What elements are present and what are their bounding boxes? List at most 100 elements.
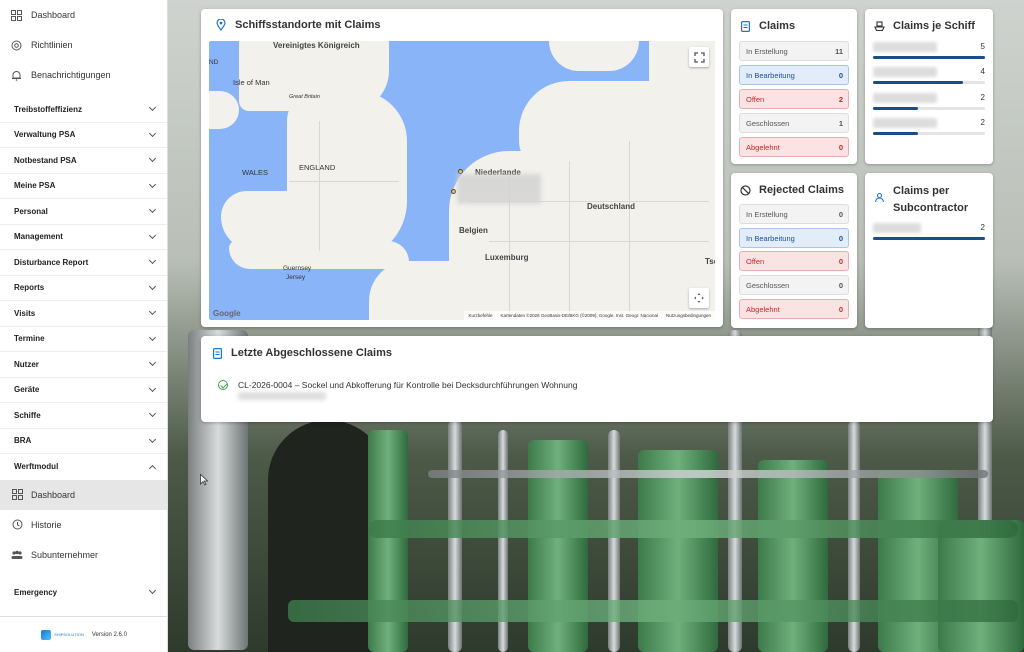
sidebar-group-werftmodul[interactable]: Werftmodul bbox=[0, 454, 167, 480]
rejected-row-offen[interactable]: Offen 0 bbox=[739, 251, 849, 271]
ship-card-title: Claims je Schiff bbox=[893, 20, 975, 32]
ship-marker[interactable] bbox=[451, 189, 456, 194]
sidebar-group-schiffe[interactable]: Schiffe bbox=[0, 403, 167, 429]
ship-bar-item[interactable]: 4 bbox=[873, 67, 985, 87]
map-label-luxembourg: Luxemburg bbox=[485, 253, 529, 262]
group-icon bbox=[11, 549, 23, 561]
fullscreen-button[interactable] bbox=[689, 47, 709, 67]
ship-bar-fill bbox=[873, 132, 918, 135]
map-label-germany: Deutschland bbox=[587, 202, 636, 211]
sidebar-group-termine[interactable]: Termine bbox=[0, 327, 167, 352]
chevron-down-icon bbox=[148, 129, 157, 137]
map-pan-button[interactable] bbox=[689, 288, 709, 308]
map-label-tsc: Tsc bbox=[705, 257, 715, 266]
map-label-great-britain: Great Britain bbox=[289, 94, 320, 100]
sidebar-group-meine-psa[interactable]: Meine PSA bbox=[0, 174, 167, 199]
sidebar-group-personal[interactable]: Personal bbox=[0, 199, 167, 225]
claims-row-offen[interactable]: Offen 2 bbox=[739, 89, 849, 109]
rejected-claims-card: Rejected Claims In Erstellung 0 In Bearbe… bbox=[731, 173, 857, 328]
claims-row-geschlossen[interactable]: Geschlossen 1 bbox=[739, 113, 849, 133]
ship-icon bbox=[873, 20, 885, 32]
pan-arrows-icon bbox=[694, 293, 704, 303]
sidebar-group-verwaltung-psa[interactable]: Verwaltung PSA bbox=[0, 123, 167, 148]
ship-bar-item[interactable]: 2 bbox=[873, 93, 985, 113]
sidebar-item-richtlinien[interactable]: Richtlinien bbox=[0, 30, 167, 60]
map-label-uk: Vereinigtes Königreich bbox=[273, 41, 360, 50]
sidebar-group-treibstoffeffizienz[interactable]: Treibstoffeffizienz bbox=[0, 97, 167, 123]
sub-card-title-line1: Claims per bbox=[893, 185, 950, 197]
engineer-icon bbox=[873, 191, 885, 203]
claims-per-subcontractor-card: Claims per Subcontractor 2 bbox=[865, 173, 993, 328]
rejected-row-in-erstellung[interactable]: In Erstellung 0 bbox=[739, 204, 849, 224]
claims-row-in-bearbeitung[interactable]: In Bearbeitung 0 bbox=[739, 65, 849, 85]
google-logo: Google bbox=[213, 309, 241, 318]
subcontractor-bar-item[interactable]: 2 bbox=[873, 223, 985, 243]
sidebar-item-subunternehmer[interactable]: Subunternehmer bbox=[0, 540, 167, 570]
sidebar-item-benachrichtigungen[interactable]: Benachrichtigungen bbox=[0, 60, 167, 90]
chevron-down-icon bbox=[148, 333, 157, 341]
sidebar-group-management[interactable]: Management bbox=[0, 225, 167, 250]
rejected-row-in-bearbeitung[interactable]: In Bearbeitung 0 bbox=[739, 228, 849, 248]
sidebar-group-nutzer[interactable]: Nutzer bbox=[0, 352, 167, 378]
ship-bar-item[interactable]: 2 bbox=[873, 118, 985, 138]
redacted-label bbox=[457, 174, 541, 204]
sidebar-group-notbestand-psa[interactable]: Notbestand PSA bbox=[0, 148, 167, 174]
claims-card-header: Claims bbox=[739, 20, 795, 32]
map-card: Schiffsstandorte mit Claims Vereinigtes … bbox=[201, 9, 723, 327]
block-icon bbox=[739, 184, 751, 196]
sidebar-item-dashboard[interactable]: Dashboard bbox=[0, 0, 167, 30]
rejected-row-geschlossen[interactable]: Geschlossen 0 bbox=[739, 275, 849, 295]
rejected-row-abgelehnt[interactable]: Abgelehnt 0 bbox=[739, 299, 849, 319]
sub-card-header: Claims per Subcontractor bbox=[873, 183, 968, 217]
ship-bar-fill bbox=[873, 56, 985, 59]
chevron-down-icon bbox=[148, 257, 157, 265]
closed-claim-item[interactable]: CL-2026-0004 – Sockel und Abkofferung fü… bbox=[218, 380, 577, 390]
chevron-down-icon bbox=[148, 180, 157, 188]
map-label-wales: WALES bbox=[242, 168, 268, 177]
sidebar-item-label: Benachrichtigungen bbox=[31, 70, 111, 80]
sidebar-group-visits[interactable]: Visits bbox=[0, 301, 167, 327]
sidebar-group-geraete[interactable]: Geräte bbox=[0, 378, 167, 403]
sidebar-footer: SHIPSOLUTION Version 2.6.0 bbox=[0, 616, 168, 652]
logo-icon bbox=[41, 629, 52, 640]
sidebar-item-historie[interactable]: Historie bbox=[0, 510, 167, 540]
subcontractor-bar-fill bbox=[873, 237, 985, 240]
redacted-ship-name bbox=[873, 42, 937, 52]
redacted-subcontractor-name bbox=[873, 223, 921, 233]
ship-bar-item[interactable]: 5 bbox=[873, 42, 985, 62]
sidebar-item-label: Richtlinien bbox=[31, 40, 73, 50]
terms-link[interactable]: Nutzungsbedingungen bbox=[666, 313, 711, 318]
map-label-belgium: Belgien bbox=[459, 226, 488, 235]
sidebar-group-bra[interactable]: BRA bbox=[0, 429, 167, 454]
rejected-card-title: Rejected Claims bbox=[759, 184, 844, 196]
closed-claims-card: Letzte Abgeschlossene Claims CL-2026-000… bbox=[201, 336, 993, 422]
sidebar-group-emergency[interactable]: Emergency bbox=[0, 580, 167, 606]
sidebar-group-reports[interactable]: Reports bbox=[0, 276, 167, 301]
rejected-card-header: Rejected Claims bbox=[739, 184, 844, 196]
map[interactable]: Vereinigtes Königreich Isle of Man Great… bbox=[209, 41, 715, 320]
fullscreen-icon bbox=[693, 51, 705, 63]
shortcuts-link[interactable]: Kurzbefehle bbox=[468, 313, 492, 318]
sub-card-title-line2: Subcontractor bbox=[893, 202, 969, 214]
bell-icon bbox=[10, 69, 22, 81]
check-circle-icon bbox=[218, 380, 228, 390]
chevron-down-icon bbox=[148, 206, 157, 214]
ship-bar-fill bbox=[873, 81, 963, 84]
ship-bar-fill bbox=[873, 107, 918, 110]
map-label-england: ENGLAND bbox=[299, 163, 336, 172]
redacted-ship-name bbox=[873, 93, 937, 103]
claims-row-in-erstellung[interactable]: In Erstellung 11 bbox=[739, 41, 849, 61]
dashboard-icon bbox=[11, 489, 23, 501]
chevron-down-icon bbox=[148, 155, 157, 163]
chevron-down-icon bbox=[148, 435, 157, 443]
redacted-ship-name bbox=[873, 118, 937, 128]
claims-row-abgelehnt[interactable]: Abgelehnt 0 bbox=[739, 137, 849, 157]
document-icon bbox=[739, 20, 751, 32]
map-attribution: Kurzbefehle Kartendaten ©2026 GeoBasis-D… bbox=[464, 311, 715, 320]
claims-card: Claims In Erstellung 11 In Bearbeitung 0 O… bbox=[731, 9, 857, 164]
chevron-down-icon bbox=[148, 587, 157, 595]
sidebar-group-disturbance-report[interactable]: Disturbance Report bbox=[0, 250, 167, 276]
redacted-ship-name bbox=[873, 67, 937, 77]
chevron-down-icon bbox=[148, 104, 157, 112]
sidebar-item-werft-dashboard[interactable]: Dashboard bbox=[0, 479, 167, 510]
